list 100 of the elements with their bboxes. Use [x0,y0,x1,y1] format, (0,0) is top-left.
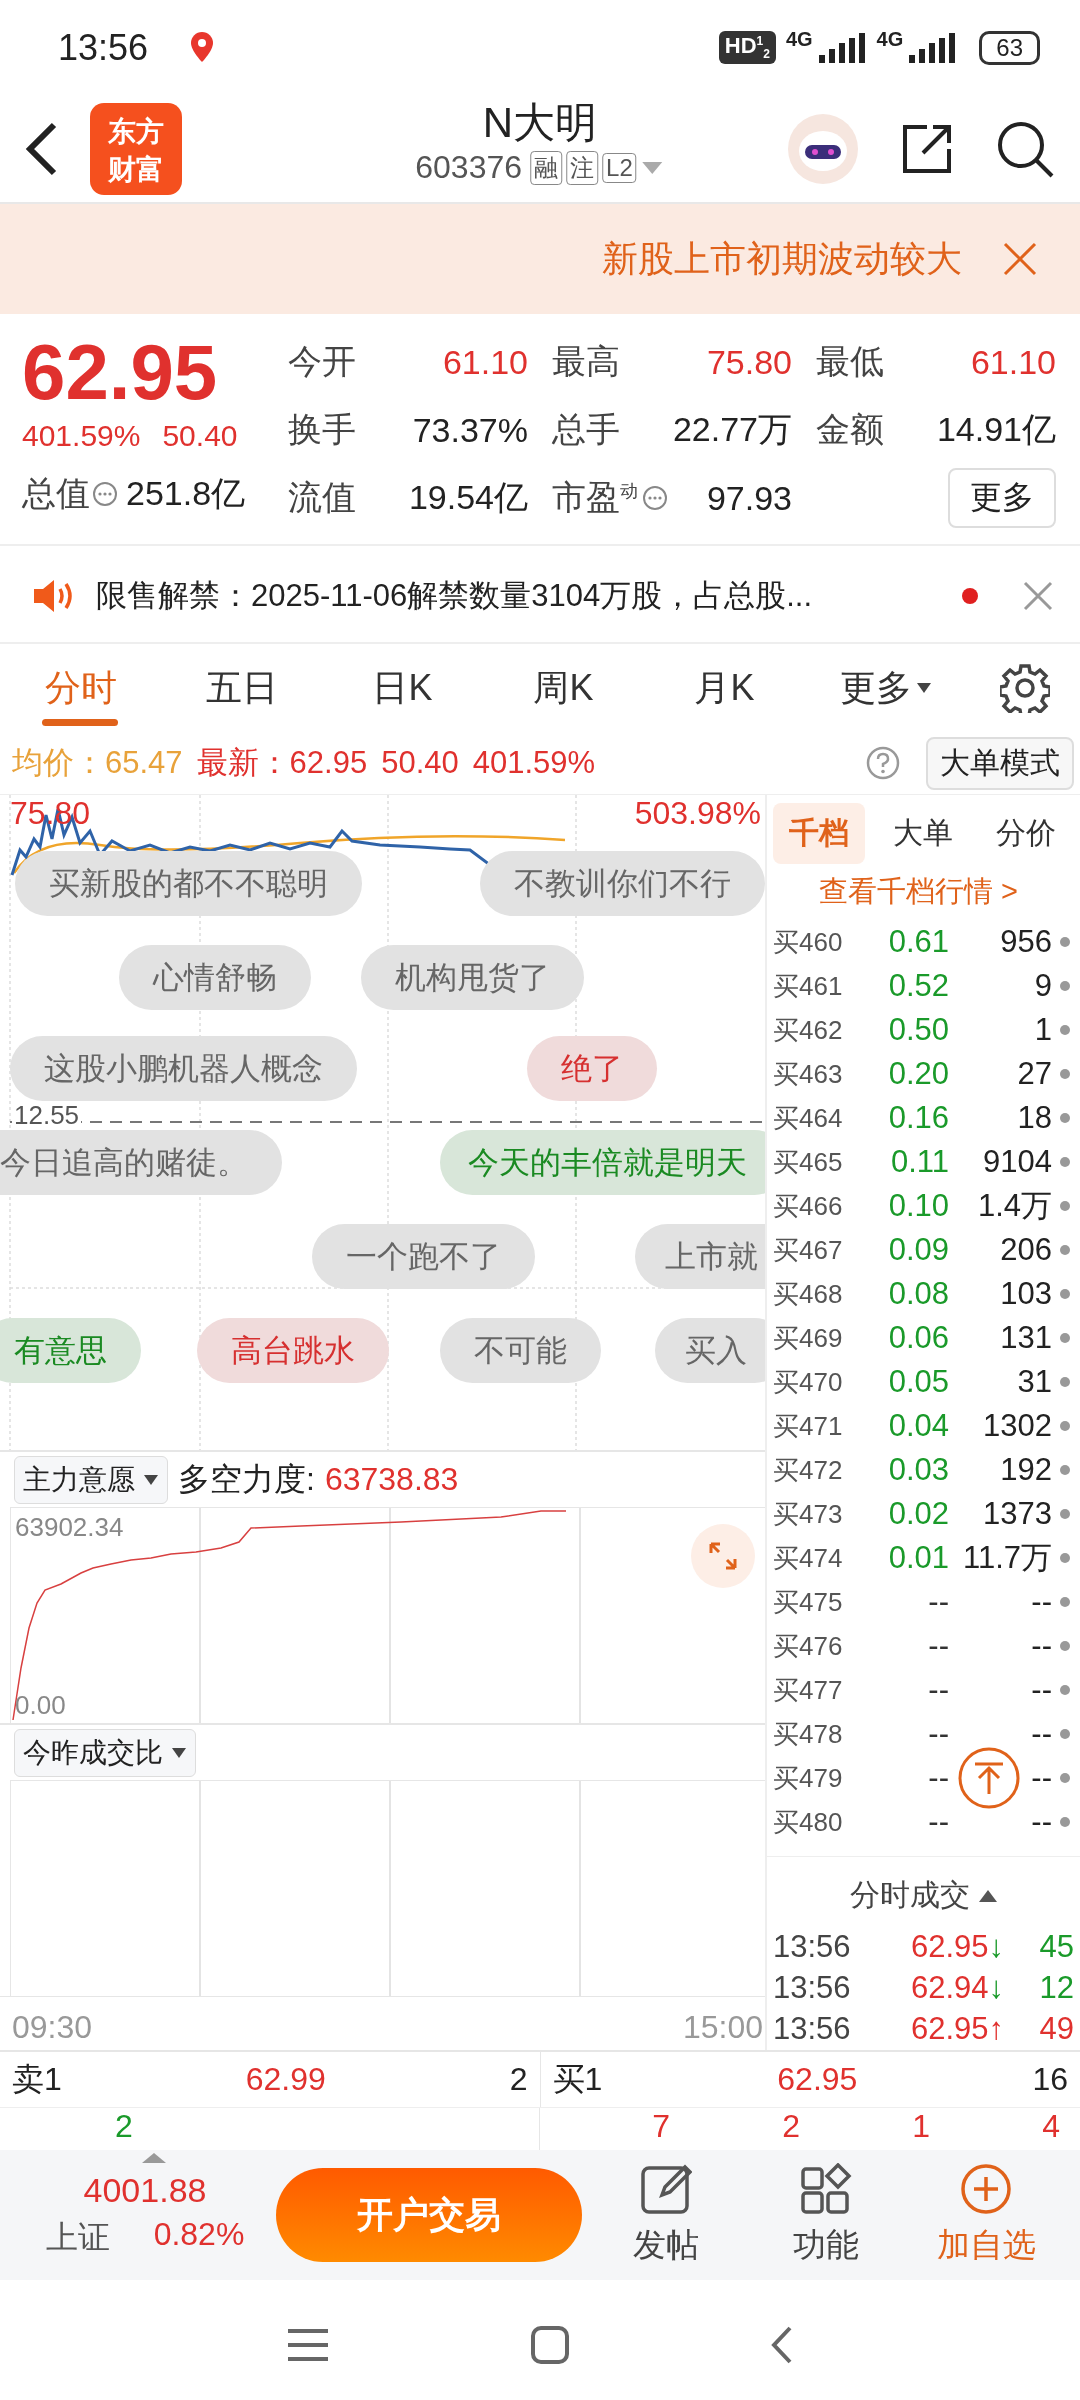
close-icon[interactable] [1022,580,1054,612]
trade-price: 62.94↓ [909,1970,1004,2006]
row-dot-icon [1060,1421,1070,1431]
order-level-label: 买475 [773,1585,844,1619]
indicator-selector[interactable]: 今昨成交比 [14,1728,196,1777]
row-dot-icon [1060,1113,1070,1123]
order-level-label: 买480 [773,1805,844,1839]
order-level-label: 买473 [773,1497,844,1531]
chart-tab[interactable]: 五日 [161,644,322,732]
stat-value: 251.8亿 [126,473,246,514]
order-volume: 1 [1034,1012,1052,1048]
caret-icon [143,1473,159,1486]
robot-avatar-icon[interactable] [787,112,859,185]
order-volume: 27 [1017,1056,1052,1092]
notice-text[interactable]: 限售解禁：2025-11-06解禁数量3104万股，占总股... [96,575,942,617]
menu-icon[interactable] [286,2327,330,2363]
order-book-tab[interactable]: 大单 [876,803,969,864]
order-volume: 31 [1017,1364,1052,1400]
row-dot-icon [1060,1069,1070,1079]
order-price: 0.16 [887,1100,949,1136]
toolbar-action[interactable]: 功能 [750,2162,902,2268]
order-level-label: 买460 [773,925,844,959]
caret-icon [171,1746,187,1759]
order-volume: -- [1031,1760,1052,1796]
expand-icon[interactable] [691,1524,755,1588]
row-dot-icon [1060,1245,1070,1255]
chart-tab[interactable]: 日K [322,644,483,732]
close-icon[interactable] [1002,241,1038,277]
network-label: 4G [876,28,904,51]
signal-icon [816,32,867,63]
comment-bubble: 买新股的都不不聪明 [15,851,362,916]
order-price: 0.52 [887,968,949,1004]
order-level-label: 买471 [773,1409,844,1443]
comment-bubble: 不可能 [440,1318,601,1383]
stat-value: 97.93 [706,478,792,518]
status-time: 13:56 [58,26,149,69]
order-price: 0.10 [887,1188,949,1224]
row-dot-icon [1060,1553,1070,1563]
order-book-link[interactable]: 查看千档行情 > [767,864,1080,918]
row-dot-icon [1060,1685,1070,1695]
order-price: -- [927,1584,949,1620]
order-price: 0.08 [887,1276,949,1312]
comment-bubble: 今日追高的赌徒。 [0,1130,282,1195]
chart-tab[interactable]: 更多 [805,644,966,732]
order-volume: -- [1031,1672,1052,1708]
order-count: 4 [1042,2108,1060,2146]
order-level-label: 买461 [773,969,844,1003]
order-price: -- [927,1760,949,1796]
settings-icon[interactable] [1000,663,1050,713]
comment-bubble: 心情舒畅 [119,945,311,1010]
order-volume: -- [1031,1628,1052,1664]
average-price: 均价：65.47 [12,744,183,782]
plus-circle-icon [960,2162,1012,2215]
order-volume: 1302 [983,1408,1052,1444]
order-book-tab[interactable]: 分价 [980,803,1072,864]
index-percent: 0.82% [153,2215,245,2254]
caret-icon [977,1888,998,1903]
chart-tab[interactable]: 周K [483,644,644,732]
order-volume: 956 [1000,924,1052,960]
order-price: 0.02 [887,1496,949,1532]
level-price: 62.95 [777,2061,858,2098]
order-level-label: 买478 [773,1717,844,1751]
dropdown-icon[interactable] [640,159,665,176]
order-level-label: 买463 [773,1057,844,1091]
comment-bubble: 一个跑不了 [312,1224,535,1289]
order-volume: -- [1031,1584,1052,1620]
collapse-icon[interactable] [142,2152,166,2163]
chart-tab[interactable]: 月K [644,644,805,732]
comment-bubble: 买入 [655,1318,765,1383]
trade-volume: 45 [1038,1928,1074,1965]
alert-text: 新股上市初期波动较大 [602,236,962,281]
signal-icon [907,32,958,63]
trade-time: 13:56 [773,2011,852,2048]
order-level-label: 买465 [773,1145,844,1179]
order-price: 0.06 [887,1320,949,1356]
comment-bubble: 上市就 [635,1224,765,1289]
home-icon[interactable] [530,2325,570,2365]
order-volume: 103 [1000,1276,1052,1312]
order-level-label: 买472 [773,1453,844,1487]
stat-label: 金额 [816,409,884,450]
stat-value: 14.91亿 [936,409,1056,450]
help-icon[interactable] [866,746,900,780]
row-dot-icon [1060,1333,1070,1343]
stat-label: 流值 [288,477,356,518]
trades-header[interactable]: 分时成交 [767,1856,1080,1926]
row-dot-icon [1060,1729,1070,1739]
more-button[interactable]: 更多 [948,468,1056,528]
toolbar-action[interactable]: 发帖 [590,2162,742,2268]
chart-tab[interactable]: 分时 [0,644,161,732]
axis-min-label: 0.00 [15,1690,66,1721]
app-logo: 东方 财富 [90,102,182,195]
info-icon[interactable] [642,485,668,511]
trade-volume: 49 [1038,2011,1074,2048]
stock-title: N大明 [481,101,599,145]
large-order-mode-button[interactable]: 大单模式 [926,736,1074,790]
scroll-top-icon[interactable] [957,1746,1021,1810]
order-volume: 9104 [983,1144,1052,1180]
latest-price: 最新：62.95 [196,744,368,782]
indicator-selector[interactable]: 主力意愿 [14,1455,168,1504]
info-icon[interactable] [92,481,118,507]
